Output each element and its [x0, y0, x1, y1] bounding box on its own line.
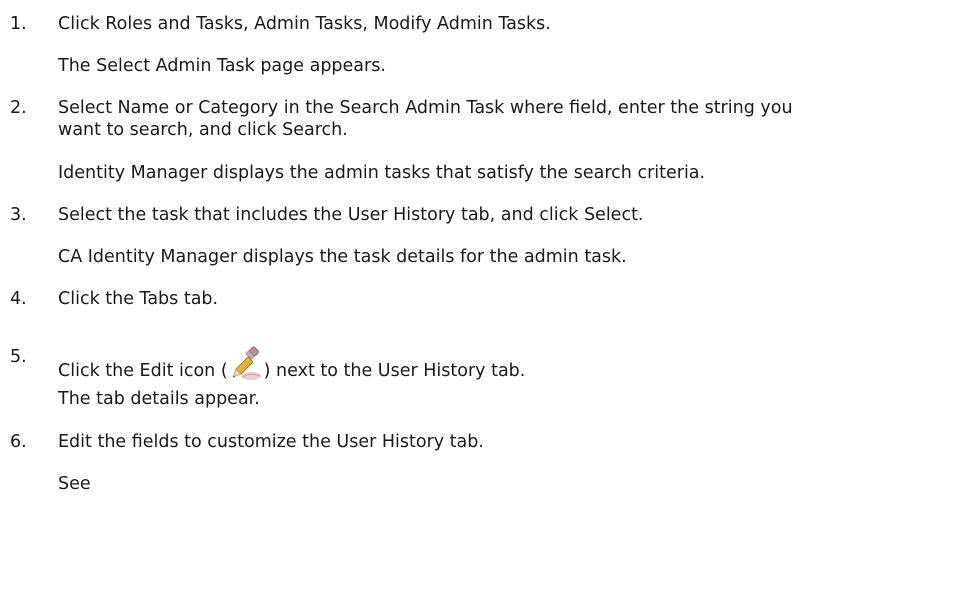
step-result: The Select Admin Task page appears.: [58, 56, 386, 76]
step-number: 2.: [10, 98, 27, 118]
step-text: Click the Tabs tab.: [58, 289, 219, 309]
step-result: CA Identity Manager displays the task de…: [58, 247, 627, 267]
step-text: Select the task that includes the User H…: [58, 205, 644, 225]
step-number: 3.: [10, 205, 27, 225]
step-text: Select Name or Category in the Search Ad…: [58, 98, 793, 118]
step-result: The tab details appear.: [58, 389, 260, 409]
step-number: 4.: [10, 289, 27, 309]
step-result: Identity Manager displays the admin task…: [58, 163, 706, 183]
step-number: 6.: [10, 432, 27, 452]
step-text-after-icon: ) next to the User History tab.: [263, 361, 526, 381]
step-text: Click the Edit icon ( ) next to the User…: [58, 346, 525, 382]
step-result: See: [58, 474, 91, 494]
edit-pencil-icon: [232, 346, 261, 380]
step-text: Edit the fields to customize the User Hi…: [58, 432, 484, 452]
step-text-before-icon: Click the Edit icon (: [58, 361, 228, 381]
step-number: 5.: [10, 347, 27, 367]
step-text-continued: want to search, and click Search.: [58, 120, 348, 140]
step-text: Click Roles and Tasks, Admin Tasks, Modi…: [58, 14, 551, 34]
step-number: 1.: [10, 14, 27, 34]
